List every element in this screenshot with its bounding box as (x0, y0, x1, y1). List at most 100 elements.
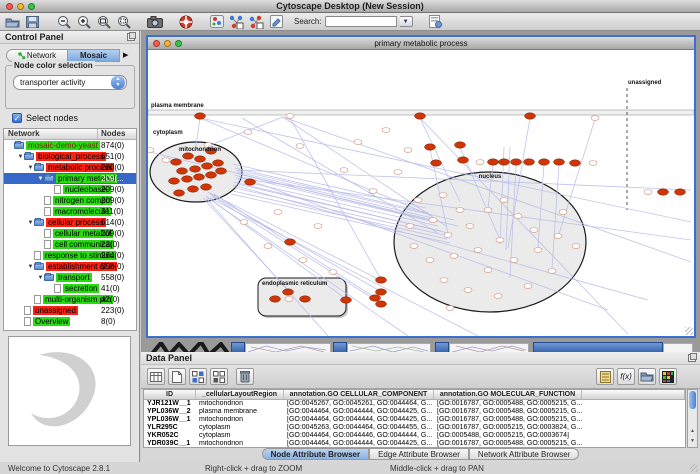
network-node[interactable] (354, 140, 362, 145)
network-node[interactable] (285, 239, 296, 245)
tab-network-attribute-browser[interactable]: Network Attribute Browser (469, 448, 579, 460)
app-resize-grip[interactable] (690, 464, 698, 472)
network-node[interactable] (394, 170, 402, 175)
select-attributes-icon[interactable] (189, 368, 207, 385)
table-cell[interactable]: mitochondrion (196, 416, 284, 424)
network-node[interactable] (174, 190, 185, 196)
attribute-list-icon[interactable] (596, 368, 614, 385)
network-node[interactable] (285, 297, 293, 302)
network-node[interactable] (376, 277, 387, 283)
zoom-selected-icon[interactable] (115, 14, 132, 29)
table-cell[interactable]: YDR039C__1 (144, 440, 196, 448)
tree-expander-icon[interactable]: ▼ (27, 264, 34, 270)
table-cell[interactable]: [GO:0044464, GO:0044444, GO:0044425, G..… (284, 440, 434, 448)
network-view-window[interactable]: primary metabolic process plasma membran… (146, 35, 696, 338)
table-row[interactable]: YJR121W__1mitochondrion[GO:0045267, GO:0… (144, 400, 685, 408)
network-edge[interactable] (242, 118, 438, 233)
network-node[interactable] (414, 198, 422, 203)
network-node[interactable] (559, 210, 567, 215)
table-cell[interactable]: plasma membrane (196, 408, 284, 416)
minimize-network-window-button[interactable] (164, 40, 171, 47)
network-node[interactable] (570, 160, 581, 166)
network-node[interactable] (589, 161, 597, 166)
float-panel-icon[interactable] (688, 354, 696, 362)
network-node[interactable] (525, 113, 536, 119)
tree-row[interactable]: response to stimulu264(0) (4, 250, 136, 261)
network-edge[interactable] (208, 192, 378, 279)
table-cell[interactable]: YPL036W__1 (144, 416, 196, 424)
tree-row[interactable]: mosaic-demo-yeast874(0) (4, 140, 136, 151)
network-node[interactable] (499, 159, 510, 165)
tree-row[interactable]: ▼metabolic process280(0) (4, 162, 136, 173)
tree-row[interactable]: unassigned223(0) (4, 305, 136, 316)
network-node[interactable] (644, 190, 652, 195)
network-node[interactable] (440, 278, 448, 283)
network-node[interactable] (484, 208, 492, 213)
select-nodes-checkbox[interactable]: ✓ (12, 113, 22, 123)
table-row[interactable]: YDR039C__1mitochondrion[GO:0044464, GO:0… (144, 440, 685, 448)
layout-edges-icon[interactable] (248, 14, 265, 29)
minimized-window-title[interactable] (231, 342, 245, 352)
network-node[interactable] (591, 116, 599, 121)
network-node[interactable] (511, 159, 522, 165)
network-node[interactable] (464, 288, 472, 293)
network-node[interactable] (425, 144, 436, 150)
tree-row[interactable]: secretion41(0) (4, 283, 136, 294)
network-node[interactable] (194, 174, 205, 180)
network-node[interactable] (554, 234, 562, 239)
table-cell[interactable]: [GO:0016787, GO:0005488, GO:0005215, G..… (434, 416, 582, 424)
table-cell[interactable]: [GO:0016787, GO:0005488, GO:0005215, G..… (434, 408, 582, 416)
network-node[interactable] (426, 258, 434, 263)
network-node[interactable] (314, 224, 322, 229)
vizmapper-icon[interactable] (208, 14, 225, 29)
tree-row[interactable]: macromolecule311(0) (4, 206, 136, 217)
network-node[interactable] (415, 113, 426, 119)
tree-expander-icon[interactable]: ▼ (37, 275, 44, 281)
network-node[interactable] (456, 208, 464, 213)
tree-row[interactable]: cellular metabol209(0) (4, 228, 136, 239)
network-node[interactable] (274, 210, 282, 215)
table-cell[interactable]: [GO:0045267, GO:0045261, GO:0044464, G..… (284, 400, 434, 408)
table-scrollbar[interactable]: ▲ ▼ (687, 389, 698, 448)
network-node[interactable] (341, 297, 352, 303)
network-node[interactable] (240, 220, 248, 225)
network-node[interactable] (162, 158, 170, 163)
float-panel-icon[interactable] (127, 33, 135, 41)
table-cell[interactable]: YLR295C (144, 424, 196, 432)
table-cell[interactable]: mitochondrion (196, 400, 284, 408)
layout-nodes-icon[interactable] (228, 14, 245, 29)
network-node[interactable] (488, 159, 499, 165)
network-node[interactable] (572, 244, 580, 249)
network-node[interactable] (245, 179, 256, 185)
node-color-combobox[interactable]: transporter activity ▲▼ (13, 75, 127, 90)
tree-row[interactable]: Overview8(0) (4, 316, 136, 327)
minimized-window-preview[interactable] (449, 343, 529, 352)
network-node[interactable] (658, 189, 669, 195)
network-node[interactable] (206, 172, 217, 178)
network-node[interactable] (182, 176, 193, 182)
table-row[interactable]: YPL036W__1mitochondrion[GO:0044464, GO:0… (144, 416, 685, 424)
table-cell[interactable]: YPL036W__2 (144, 408, 196, 416)
scroll-up-icon[interactable]: ▲ (690, 428, 695, 434)
tab-edge-attribute-browser[interactable]: Edge Attribute Browser (369, 448, 469, 460)
help-lifering-icon[interactable] (177, 14, 194, 29)
network-node[interactable] (554, 159, 565, 165)
network-node[interactable] (177, 168, 188, 174)
network-node[interactable] (514, 214, 522, 219)
network-node[interactable] (539, 159, 550, 165)
tree-expander-icon[interactable]: ▼ (27, 220, 34, 226)
tree-expander-icon[interactable]: ▼ (17, 154, 24, 160)
network-node[interactable] (195, 156, 206, 162)
table-cell[interactable]: [GO:0016787, GO:0005488, GO:0005215, G..… (434, 440, 582, 448)
network-node[interactable] (370, 295, 381, 301)
network-node[interactable] (202, 163, 213, 169)
filter-icon[interactable] (427, 14, 444, 29)
zoom-in-icon[interactable] (75, 14, 92, 29)
minimized-window-preview[interactable] (663, 343, 693, 352)
minimized-window-preview[interactable] (347, 343, 431, 352)
tab-mosaic[interactable]: Mosaic (68, 49, 120, 62)
network-node[interactable] (466, 224, 474, 229)
zoom-network-window-button[interactable] (175, 40, 182, 47)
tree-col-network[interactable]: Network (4, 129, 98, 139)
matrix-icon[interactable] (659, 368, 677, 385)
